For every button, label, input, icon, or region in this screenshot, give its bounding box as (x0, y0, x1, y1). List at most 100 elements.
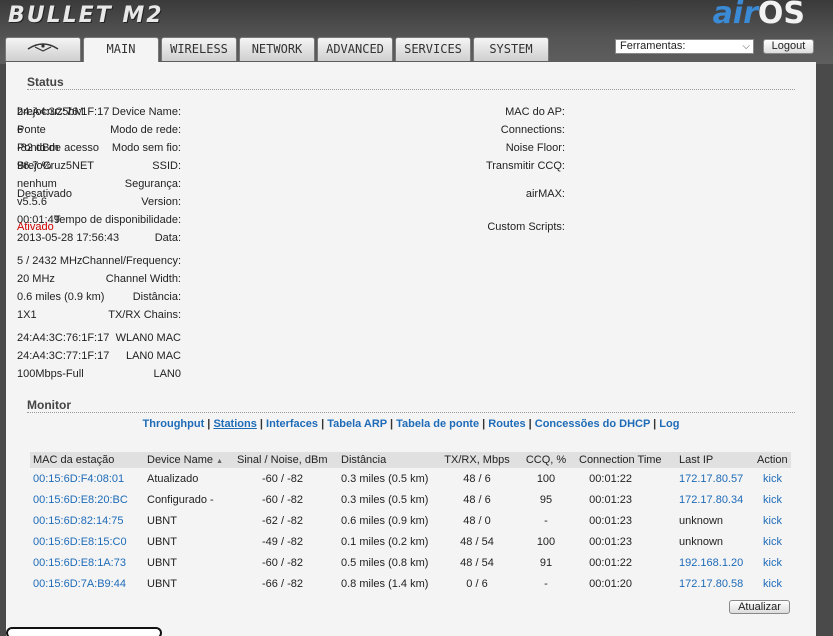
status-key: Channel Width: (105, 273, 181, 285)
tab-ubnt-logo[interactable] (5, 37, 81, 61)
cell-device-name: Atualizado (147, 472, 199, 485)
col-mac[interactable]: MAC da estação (30, 452, 144, 468)
tab-system[interactable]: SYSTEM (473, 37, 549, 61)
link-dhcp-leases[interactable]: Concessões do DHCP (535, 418, 650, 430)
top-bar: BULLET M2 airOS MAIN WIRELESS NETWORK AD… (0, 0, 833, 64)
refresh-button[interactable]: Atualizar (729, 600, 790, 614)
cell-connection-time: 00:01:23 (589, 535, 632, 548)
cell-mac[interactable]: 00:15:6D:E8:20:BC (30, 489, 144, 510)
cell-mac[interactable]: 00:15:6D:7A:B9:44 (30, 573, 144, 594)
link-throughput[interactable]: Throughput (143, 418, 205, 430)
status-row: Custom Scripts: Ativado (6, 218, 565, 236)
stations-table-body: 00:15:6D:F4:08:01 Atualizado -60 / -82 0.3 … (30, 468, 791, 594)
cell-signal: -49 / -82 (262, 535, 303, 548)
status-value: -82 dBm (17, 142, 59, 154)
cell-connection-time: 00:01:23 (589, 514, 632, 527)
cell-device-name: UBNT (147, 577, 177, 590)
status-key: Distância: (132, 291, 181, 303)
tab-advanced[interactable]: ADVANCED (317, 37, 393, 61)
chevron-down-icon: ⌵ (742, 41, 750, 52)
link-stations[interactable]: Stations (213, 418, 256, 430)
status-key: LAN0 MAC (125, 350, 181, 362)
status-key: airMAX: (525, 188, 565, 200)
cell-last-ip[interactable]: 192.168.1.20 (676, 552, 754, 573)
col-last-ip[interactable]: Last IP (676, 452, 754, 468)
status-row: TX/RX Chains: 1X1 (6, 306, 181, 324)
footer-logo (6, 627, 162, 636)
link-interfaces[interactable]: Interfaces (266, 418, 318, 430)
cell-ccq: 100 (536, 535, 556, 548)
cell-distance: 0.6 miles (0.9 km) (341, 514, 429, 527)
cell-action[interactable]: kick (754, 468, 791, 489)
logout-button[interactable]: Logout (763, 39, 814, 54)
cell-ccq: - (544, 577, 548, 590)
tab-main[interactable]: MAIN (83, 37, 159, 62)
cell-distance: 0.3 miles (0.5 km) (341, 493, 429, 506)
cell-device-name: UBNT (147, 556, 177, 569)
link-routes[interactable]: Routes (488, 418, 525, 430)
cell-mac[interactable]: 00:15:6D:F4:08:01 (30, 468, 144, 489)
sort-asc-icon: ▲ (216, 458, 224, 465)
col-distance[interactable]: Distância (338, 452, 438, 468)
cell-action[interactable]: kick (754, 573, 791, 594)
status-key: TX/RX Chains: (108, 309, 181, 321)
cell-last-ip: unknown (679, 535, 724, 548)
tab-wireless[interactable]: WIRELESS (161, 37, 237, 61)
cell-distance: 0.5 miles (0.8 km) (341, 556, 429, 569)
cell-ccq: 100 (536, 472, 556, 485)
product-logo: BULLET M2 (8, 3, 164, 28)
cell-distance: 0.8 miles (1.4 km) (341, 577, 429, 590)
status-row: Connections: 6 (6, 121, 565, 139)
status-divider (27, 89, 795, 90)
status-row: Distância: 0.6 miles (0.9 km) (6, 288, 181, 306)
cell-connection-time: 00:01:22 (589, 556, 632, 569)
cell-mac[interactable]: 00:15:6D:82:14:75 (30, 510, 144, 531)
status-value: 5 / 2432 MHz (17, 255, 83, 267)
cell-txrx: 48 / 54 (460, 556, 494, 569)
status-value: 1X1 (17, 309, 37, 321)
tab-services[interactable]: SERVICES (395, 37, 471, 61)
cell-action[interactable]: kick (754, 531, 791, 552)
tab-network[interactable]: NETWORK (239, 37, 315, 61)
link-log[interactable]: Log (659, 418, 679, 430)
cell-action[interactable]: kick (754, 489, 791, 510)
cell-last-ip[interactable]: 172.17.80.57 (676, 468, 754, 489)
cell-ccq: 91 (539, 556, 553, 569)
monitor-links: Throughput | Stations | Interfaces | Tab… (142, 418, 680, 430)
cell-txrx: 0 / 6 (466, 577, 488, 590)
status-row: LAN0 MAC 24:A4:3C:77:1F:17 (6, 347, 181, 365)
col-action[interactable]: Action (754, 452, 791, 468)
col-device-name[interactable]: Device Name ▲ (144, 452, 234, 468)
link-bridge-table[interactable]: Tabela de ponte (396, 418, 479, 430)
status-key: MAC do AP: (505, 106, 565, 118)
status-value: 0.6 miles (0.9 km) (17, 291, 105, 303)
table-row: 00:15:6D:F4:08:01 Atualizado -60 / -82 0.3 … (30, 468, 791, 489)
cell-action[interactable]: kick (754, 510, 791, 531)
cell-signal: -66 / -82 (262, 577, 303, 590)
col-txrx[interactable]: TX/RX, Mbps (438, 452, 516, 468)
status-key: LAN0 (153, 368, 181, 380)
table-row: 00:15:6D:7A:B9:44 UBNT -66 / -82 0.8 miles … (30, 573, 791, 594)
cell-mac[interactable]: 00:15:6D:E8:15:C0 (30, 531, 144, 552)
cell-mac[interactable]: 00:15:6D:E8:1A:73 (30, 552, 144, 573)
cell-last-ip[interactable]: 172.17.80.34 (676, 489, 754, 510)
tools-select-label: Ferramentas: (620, 40, 686, 52)
col-signal[interactable]: Sinal / Noise, dBm (234, 452, 338, 468)
cell-device-name: UBNT (147, 535, 177, 548)
col-connection-time[interactable]: Connection Time (576, 452, 676, 468)
status-row: LAN0 100Mbps-Full (6, 365, 181, 383)
cell-last-ip[interactable]: 172.17.80.58 (676, 573, 754, 594)
cell-connection-time: 00:01:23 (589, 493, 632, 506)
col-ccq[interactable]: CCQ, % (516, 452, 576, 468)
cell-action[interactable]: kick (754, 552, 791, 573)
link-arp-table[interactable]: Tabela ARP (327, 418, 387, 430)
cell-txrx: 48 / 6 (463, 472, 491, 485)
status-value: 24:A4:3C:76:1F:17 (17, 332, 110, 344)
cell-signal: -60 / -82 (262, 472, 303, 485)
status-value: 24:A4:3C:77:1F:17 (17, 350, 110, 362)
tools-select[interactable]: Ferramentas: ⌵ (615, 39, 754, 54)
status-row: Channel Width: 20 MHz (6, 270, 181, 288)
cell-device-name: UBNT (147, 514, 177, 527)
status-key: Connections: (500, 124, 565, 136)
cell-connection-time: 00:01:22 (589, 472, 632, 485)
